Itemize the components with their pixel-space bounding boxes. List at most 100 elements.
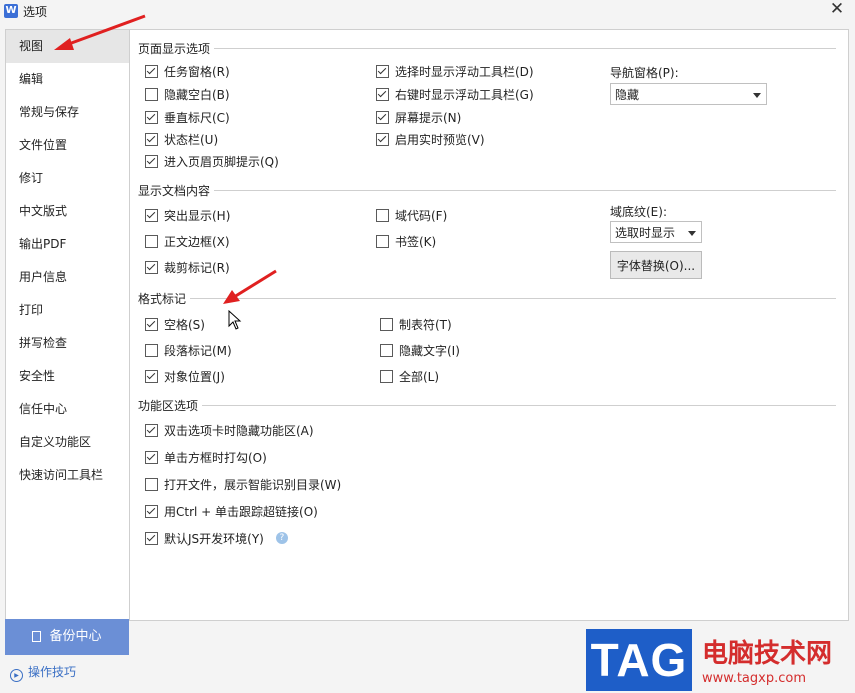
checkbox-label: 裁剪标记(R)	[164, 260, 230, 275]
checkbox-label: 默认JS开发环境(Y)	[164, 531, 264, 546]
tips-label: 操作技巧	[28, 665, 77, 679]
hide-blank-checkbox[interactable]: 隐藏空白(B)	[145, 85, 230, 103]
checkbox-box	[145, 260, 158, 274]
checkbox-label: 空格(S)	[164, 317, 205, 332]
sidebar-item-view[interactable]: 视图	[6, 30, 130, 63]
sidebar-item-customize-ribbon[interactable]: 自定义功能区	[6, 426, 130, 459]
play-circle-icon: ▶	[10, 669, 23, 682]
checkbox-label: 全部(L)	[399, 369, 440, 384]
sidebar-item-export-pdf[interactable]: 输出PDF	[6, 228, 130, 261]
checkbox-box	[376, 132, 389, 146]
checkbox-box	[145, 64, 158, 78]
sidebar-item-quick-access[interactable]: 快速访问工具栏	[6, 459, 130, 492]
ctrl-click-link-checkbox[interactable]: 用Ctrl + 单击跟踪超链接(O)	[145, 502, 318, 520]
field-shading-select[interactable]: 选取时显示	[610, 221, 702, 243]
nav-pane-label: 导航窗格(P):	[610, 66, 679, 80]
paragraph-marks-checkbox[interactable]: 段落标记(M)	[145, 341, 232, 359]
sidebar-item-spell-check[interactable]: 拼写检查	[6, 327, 130, 360]
highlight-checkbox[interactable]: 突出显示(H)	[145, 206, 230, 224]
checkbox-box	[145, 504, 158, 518]
watermark-url: www.tagxp.com	[702, 671, 806, 686]
live-preview-checkbox[interactable]: 启用实时预览(V)	[376, 130, 485, 148]
select-value: 选取时显示	[615, 226, 676, 240]
checkbox-box	[145, 317, 158, 331]
watermark: TAG 电脑技术网 www.tagxp.com	[586, 629, 850, 691]
nav-pane-select[interactable]: 隐藏	[610, 83, 767, 105]
sidebar-item-edit[interactable]: 编辑	[6, 63, 130, 96]
checkbox-label: 段落标记(M)	[164, 343, 232, 358]
section-title: 页面显示选项	[138, 40, 215, 57]
sidebar-item-trust-center[interactable]: 信任中心	[6, 393, 130, 426]
checkbox-box	[145, 132, 158, 146]
backup-center-button[interactable]: 备份中心	[5, 619, 129, 655]
checkbox-label: 隐藏文字(I)	[399, 343, 460, 358]
tab-characters-checkbox[interactable]: 制表符(T)	[380, 315, 452, 333]
checkbox-label: 右键时显示浮动工具栏(G)	[395, 87, 534, 102]
text-boundaries-checkbox[interactable]: 正文边框(X)	[145, 232, 230, 250]
section-format-marks: 格式标记	[138, 290, 836, 307]
checkbox-box	[145, 531, 158, 545]
bookmarks-checkbox[interactable]: 书签(K)	[376, 232, 436, 250]
checkbox-box	[145, 234, 158, 248]
checkbox-label: 突出显示(H)	[164, 208, 231, 223]
smart-toc-checkbox[interactable]: 打开文件，展示智能识别目录(W)	[145, 475, 341, 493]
checkbox-box	[145, 477, 158, 491]
sidebar-item-file-location[interactable]: 文件位置	[6, 129, 130, 162]
section-page-display: 页面显示选项	[138, 40, 836, 57]
floating-toolbar-rightclick-checkbox[interactable]: 右键时显示浮动工具栏(G)	[376, 85, 534, 103]
default-js-env-checkbox[interactable]: 默认JS开发环境(Y)?	[145, 529, 288, 547]
checkbox-label: 打开文件，展示智能识别目录(W)	[164, 477, 342, 492]
checkbox-box	[380, 369, 393, 383]
dblclick-hide-ribbon-checkbox[interactable]: 双击选项卡时隐藏功能区(A)	[145, 421, 314, 439]
tips-link[interactable]: ▶ 操作技巧	[10, 663, 76, 682]
status-bar-checkbox[interactable]: 状态栏(U)	[145, 130, 218, 148]
checkbox-box	[145, 423, 158, 437]
window-title: 选项	[23, 5, 48, 19]
sidebar-item-chinese-layout[interactable]: 中文版式	[6, 195, 130, 228]
section-doc-content: 显示文档内容	[138, 182, 836, 199]
checkbox-label: 启用实时预览(V)	[395, 132, 485, 147]
checkbox-box	[380, 317, 393, 331]
help-icon[interactable]: ?	[275, 532, 288, 544]
divider	[138, 405, 836, 406]
section-title: 功能区选项	[138, 397, 203, 414]
checkbox-box	[376, 234, 389, 248]
screen-tips-checkbox[interactable]: 屏幕提示(N)	[376, 108, 461, 126]
sidebar-item-general-save[interactable]: 常规与保存	[6, 96, 130, 129]
sidebar-item-security[interactable]: 安全性	[6, 360, 130, 393]
checkbox-label: 选择时显示浮动工具栏(D)	[395, 64, 534, 79]
select-value: 隐藏	[615, 88, 640, 102]
field-codes-checkbox[interactable]: 域代码(F)	[376, 206, 447, 224]
checkbox-label: 双击选项卡时隐藏功能区(A)	[164, 423, 314, 438]
font-substitution-button[interactable]: 字体替换(O)...	[610, 251, 702, 279]
click-box-check-checkbox[interactable]: 单击方框时打勾(O)	[145, 448, 267, 466]
sidebar-item-revision[interactable]: 修订	[6, 162, 130, 195]
divider	[138, 298, 836, 299]
field-shading-label: 域底纹(E):	[610, 205, 667, 219]
spaces-checkbox[interactable]: 空格(S)	[145, 315, 205, 333]
hidden-text-checkbox[interactable]: 隐藏文字(I)	[380, 341, 460, 359]
checkbox-box	[376, 208, 389, 222]
all-marks-checkbox[interactable]: 全部(L)	[380, 367, 439, 385]
checkbox-box	[145, 110, 158, 124]
sidebar-item-user-info[interactable]: 用户信息	[6, 261, 130, 294]
floating-toolbar-select-checkbox[interactable]: 选择时显示浮动工具栏(D)	[376, 62, 534, 80]
watermark-title: 电脑技术网	[702, 639, 833, 669]
sidebar-item-print[interactable]: 打印	[6, 294, 130, 327]
checkbox-label: 任务窗格(R)	[164, 64, 230, 79]
sidebar: 视图 编辑 常规与保存 文件位置 修订 中文版式 输出PDF 用户信息 打印 拼…	[5, 29, 130, 621]
task-pane-checkbox[interactable]: 任务窗格(R)	[145, 62, 230, 80]
checkbox-box	[380, 343, 393, 357]
object-anchors-checkbox[interactable]: 对象位置(J)	[145, 367, 225, 385]
vertical-ruler-checkbox[interactable]: 垂直标尺(C)	[145, 108, 230, 126]
title-bar: W 选项 ✕	[0, 0, 855, 22]
close-icon[interactable]: ✕	[827, 0, 847, 20]
crop-marks-checkbox[interactable]: 裁剪标记(R)	[145, 258, 230, 276]
checkbox-label: 垂直标尺(C)	[164, 110, 230, 125]
checkbox-label: 单击方框时打勾(O)	[164, 450, 267, 465]
checkbox-box	[145, 154, 158, 168]
checkbox-box	[145, 208, 158, 222]
header-footer-hint-checkbox[interactable]: 进入页眉页脚提示(Q)	[145, 152, 279, 170]
backup-label: 备份中心	[49, 629, 102, 644]
checkbox-label: 用Ctrl + 单击跟踪超链接(O)	[164, 504, 318, 519]
